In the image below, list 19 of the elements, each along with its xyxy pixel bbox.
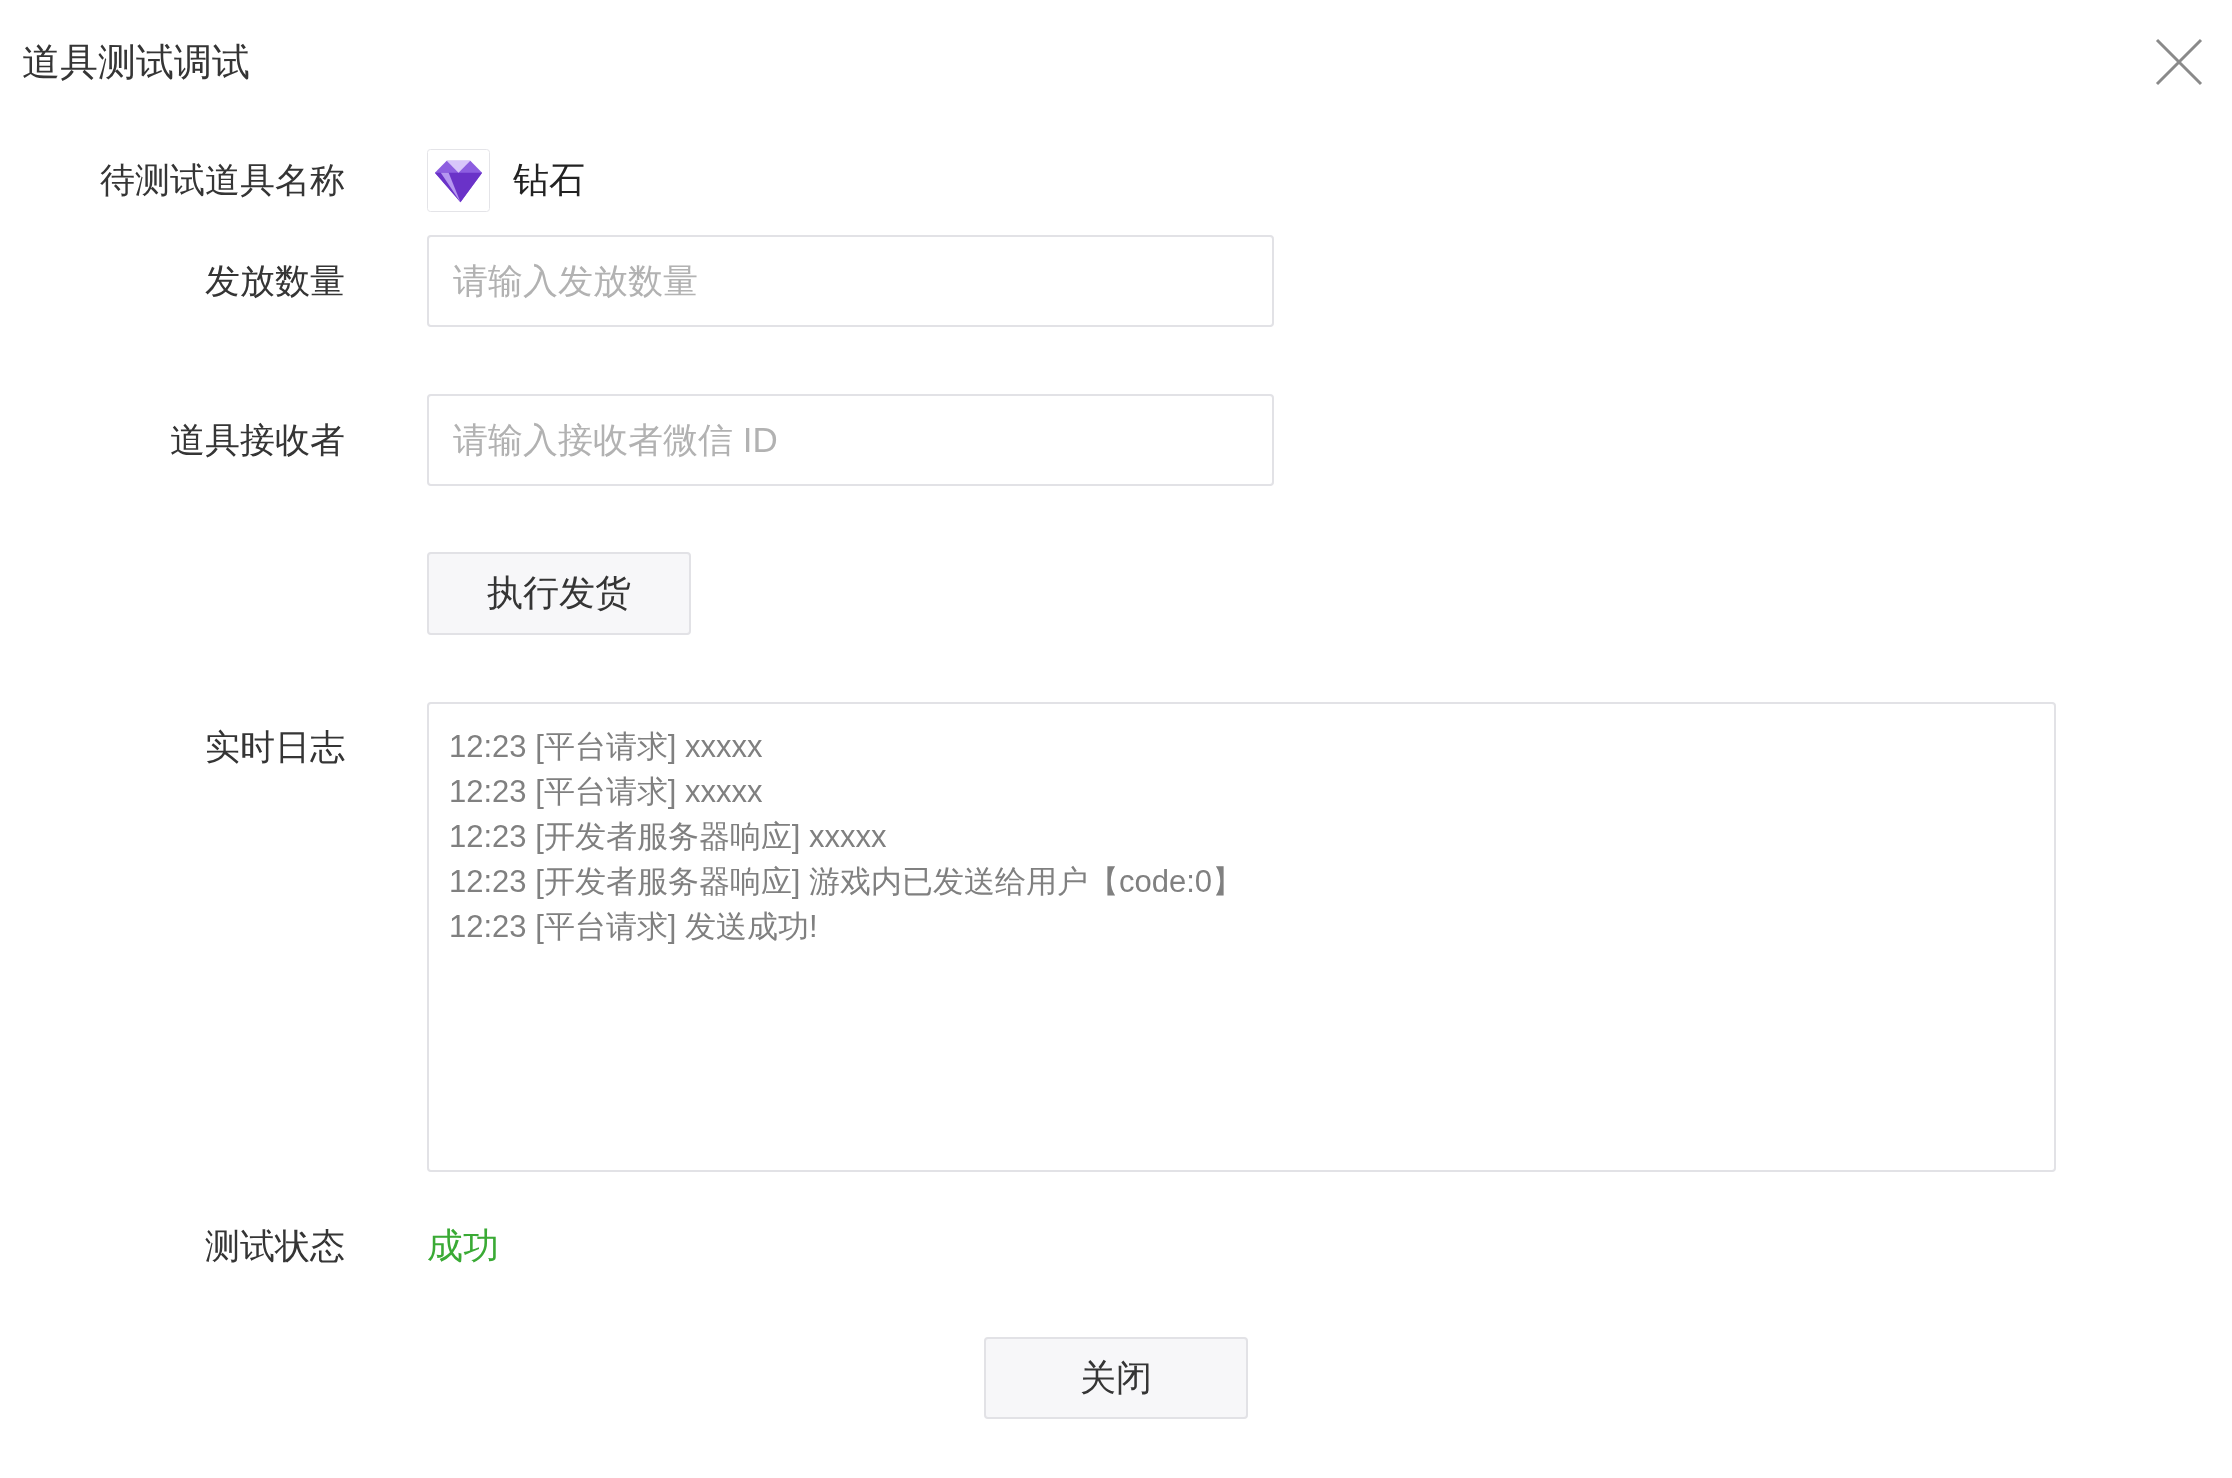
- close-button[interactable]: 关闭: [984, 1337, 1248, 1419]
- log-line: 12:23 [开发者服务器响应] 游戏内已发送给用户【code:0】: [449, 863, 1245, 901]
- field-label: 发放数量: [205, 260, 345, 300]
- log-line: 12:23 [平台请求] xxxxx: [449, 728, 764, 766]
- log-line: 12:23 [平台请求] xxxxx: [449, 773, 764, 811]
- item-name: 钻石: [513, 157, 585, 202]
- field-label: 道具接收者: [170, 419, 345, 459]
- execute-button[interactable]: 执行发货: [427, 552, 691, 635]
- log-line: 12:23 [开发者服务器响应] xxxxx: [449, 818, 888, 856]
- gem-icon: [427, 148, 490, 212]
- receiver-field[interactable]: 请输入接收者微信 ID: [427, 394, 1274, 486]
- quantity-field[interactable]: 请输入发放数量: [427, 235, 1274, 327]
- field-label: 待测试道具名称: [100, 159, 345, 199]
- field-label: 实时日志: [205, 727, 345, 766]
- log-line: 12:23 [平台请求] 发送成功!: [449, 908, 819, 946]
- dialog-title: 道具测试调试: [22, 39, 250, 85]
- field-label: 测试状态: [205, 1226, 345, 1265]
- close-icon[interactable]: [2155, 38, 2203, 86]
- status-value: 成功: [427, 1224, 499, 1268]
